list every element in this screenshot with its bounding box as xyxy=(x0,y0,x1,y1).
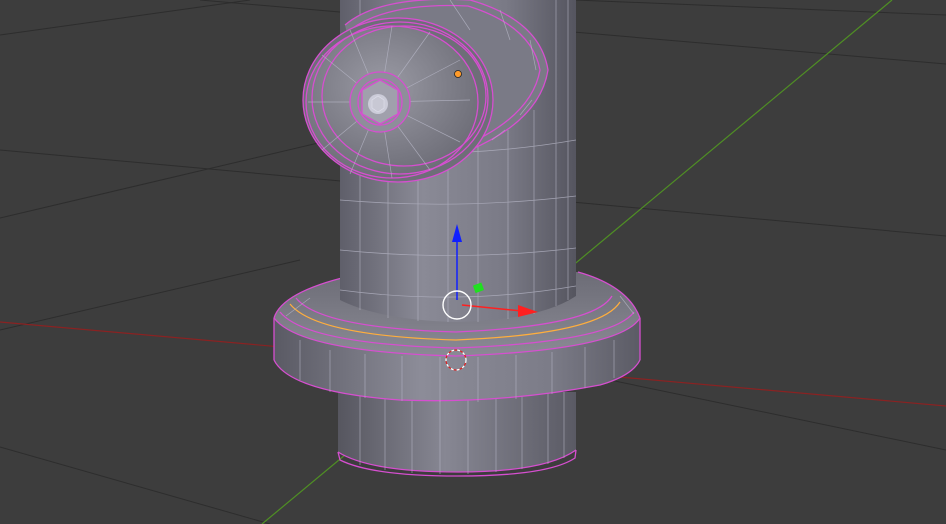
base-cylinder[interactable] xyxy=(337,392,577,477)
3d-viewport[interactable] xyxy=(0,0,946,524)
cap-nut[interactable] xyxy=(349,71,411,133)
selected-vertex[interactable] xyxy=(454,70,462,78)
viewport-canvas[interactable] xyxy=(0,0,946,524)
nozzle-cap[interactable] xyxy=(302,17,494,183)
